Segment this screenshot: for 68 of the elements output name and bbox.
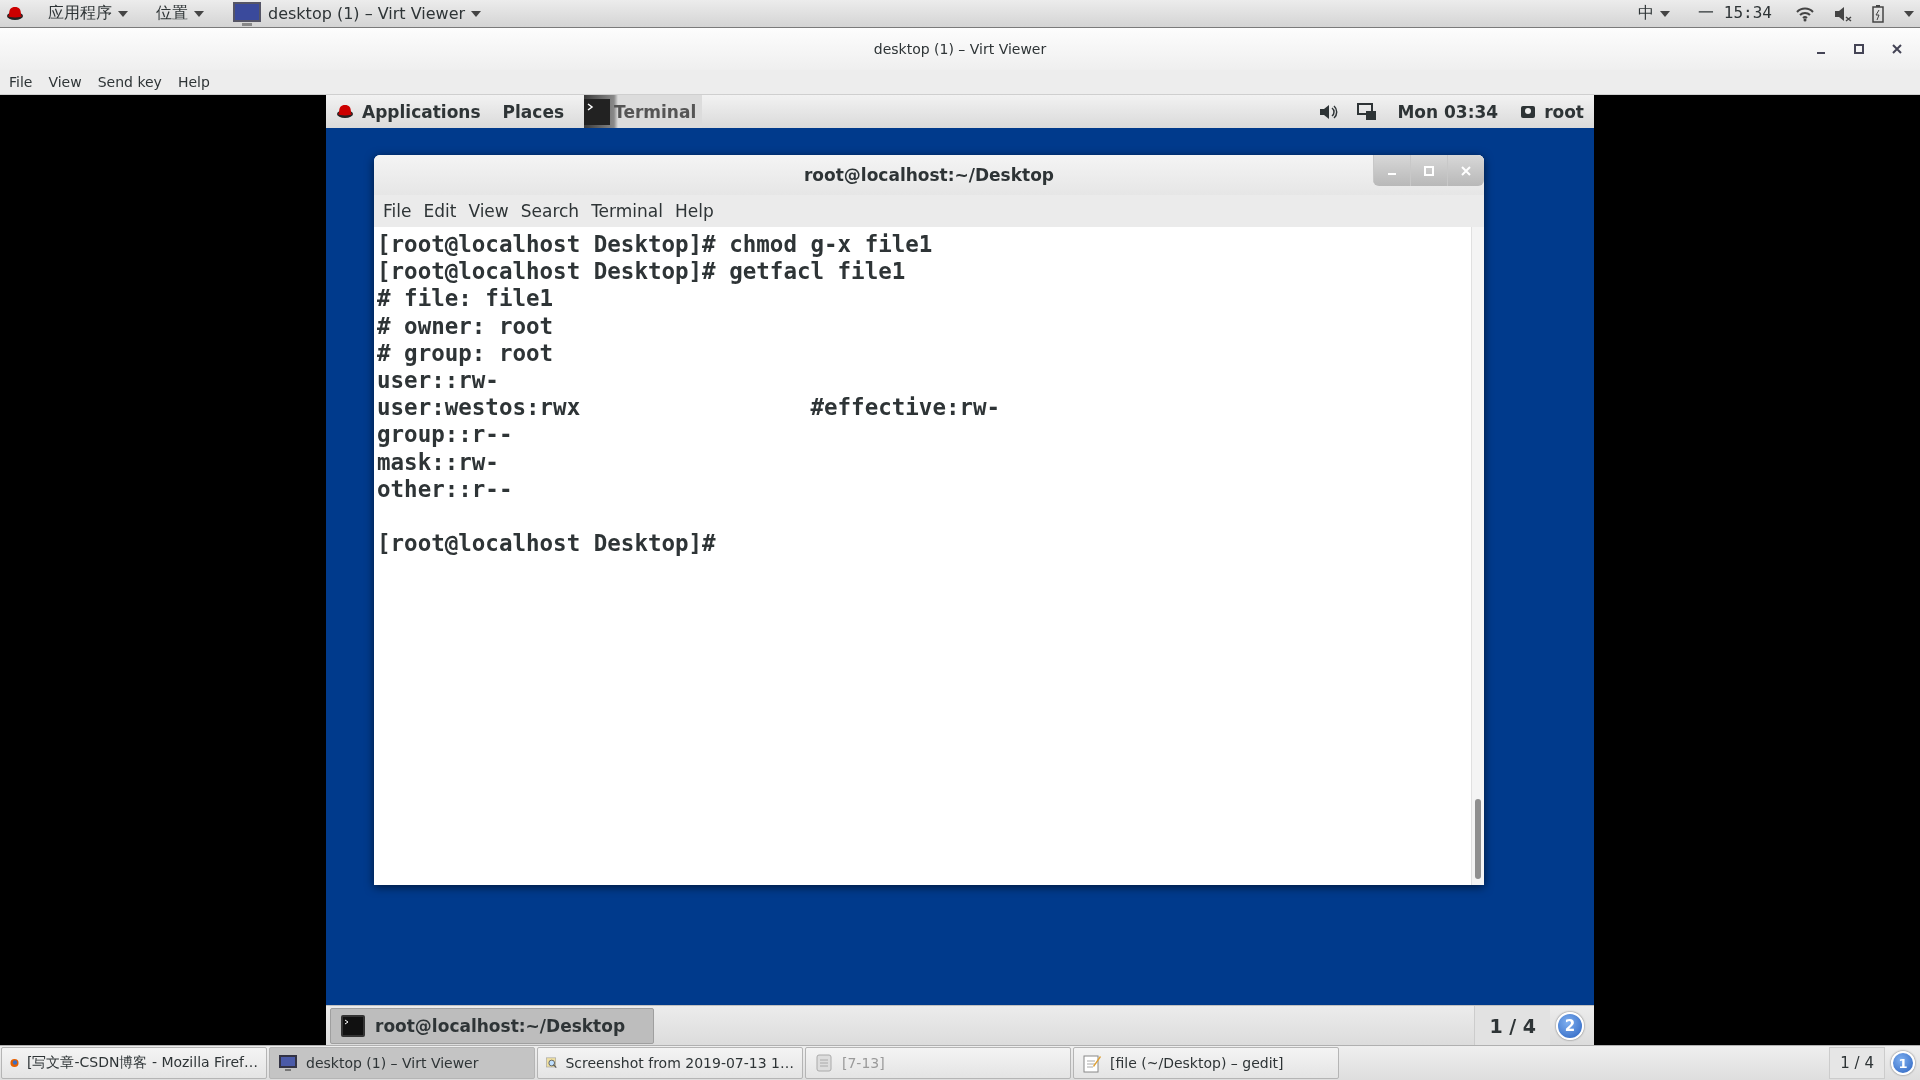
menu-item[interactable]: Help [172,72,215,92]
caret-icon [118,10,128,17]
caret-icon [471,10,482,17]
hat-icon [336,103,354,120]
minimize-icon [1817,52,1825,54]
maximize-icon [1854,44,1864,54]
terminal-line: [root@localhost Desktop]# getfacl file1 [377,258,906,286]
menu-item[interactable]: Edit [418,199,462,223]
menu-item[interactable]: File [378,199,417,223]
taskbar-item[interactable]: [写文章-CSDN博客 - Mozilla Firef… [1,1047,267,1079]
taskbar-item[interactable]: [file (~/Desktop) – gedit] [1073,1047,1339,1079]
workspace-switcher[interactable]: 1 / 4 [1829,1047,1885,1079]
user-menu[interactable]: root [1518,95,1586,128]
menu-item[interactable]: View [43,72,87,92]
terminal-line: other::r-- [377,475,513,503]
terminal-line: [root@localhost Desktop]# chmod g-x file1 [377,231,933,259]
wifi-icon[interactable] [1796,5,1814,22]
menu-item[interactable]: Send key [92,72,167,92]
caret-icon [194,10,204,17]
scrollbar[interactable] [1471,227,1484,885]
caret-icon [1904,10,1914,17]
minimize-icon [1388,172,1396,175]
terminal-line: group::r-- [377,421,513,449]
close-icon [1461,165,1471,176]
monitor-icon [232,0,262,27]
workspace-switcher[interactable]: 1 / 4 [1474,1005,1550,1046]
menu-item[interactable]: File [4,72,38,92]
clock[interactable]: Mon 03:34 [1395,95,1501,128]
input-method-menu[interactable]: 中 [1634,0,1675,27]
monitor-icon [278,1053,298,1073]
window-button[interactable]: root@localhost:~/Desktop [330,1007,654,1044]
caret-icon [1660,10,1671,17]
top-menu[interactable]: Applications [334,95,483,128]
terminal-icon [341,1014,365,1037]
maximize-icon [1424,165,1434,176]
terminal-icon [584,98,611,125]
top-menu[interactable]: 位置 [152,0,208,27]
battery-icon[interactable] [1872,4,1884,23]
scrollbar-thumb[interactable] [1475,799,1481,879]
menu-item[interactable]: Search [515,199,585,223]
volume-muted-icon[interactable] [1834,5,1852,22]
taskbar-item[interactable]: desktop (1) – Virt Viewer [269,1047,535,1079]
window-title: root@localhost:~/Desktop [803,165,1055,185]
close-icon [1892,44,1902,54]
menu-item[interactable]: Help [669,199,719,223]
document-icon [814,1053,834,1073]
terminal-line: user:westos:rwx [377,394,582,422]
volume-icon[interactable] [1319,102,1340,121]
terminal-line: # file: file1 [377,285,554,313]
terminal-line: #effective:rw- [810,394,1001,422]
user-icon [1520,104,1537,119]
display-icon[interactable] [1357,102,1378,121]
notepad-icon [1082,1053,1102,1073]
terminal-line: # group: root [377,339,554,367]
terminal-line: [root@localhost Desktop]# [377,530,716,558]
terminal-line: mask::rw- [377,448,499,476]
window-menu[interactable]: desktop (1) – Virt Viewer [228,0,486,27]
app-menu[interactable]: Terminal [584,95,703,128]
taskbar-item[interactable]: Screenshot from 2019-07-13 1… [537,1047,803,1079]
top-menu[interactable]: Places [500,95,567,128]
menu-item[interactable]: View [463,199,514,223]
terminal-line: # owner: root [377,312,554,340]
top-menu[interactable]: 应用程序 [44,0,132,27]
clock[interactable]: 一 15:34 [1694,0,1776,27]
menu-item[interactable]: Terminal [586,199,668,223]
hat-icon [6,5,24,22]
terminal-line: user::rw- [377,366,499,395]
window-title: desktop (1) – Virt Viewer [873,41,1047,57]
